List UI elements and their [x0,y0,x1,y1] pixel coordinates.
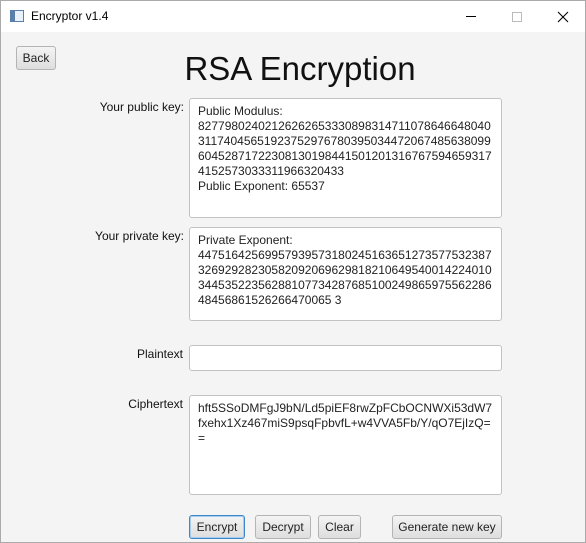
maximize-button[interactable] [495,1,539,32]
app-window: Encryptor v1.4 Back RSA Encryption Your … [0,0,586,543]
close-icon [557,11,569,22]
generate-key-button[interactable]: Generate new key [392,515,502,539]
encrypt-button[interactable]: Encrypt [189,515,245,539]
app-icon [10,10,24,22]
public-key-label: Your public key: [99,100,184,114]
title-bar: Encryptor v1.4 [1,1,585,32]
window-title: Encryptor v1.4 [31,9,109,23]
page-title: RSA Encryption [184,50,416,87]
ciphertext-textarea[interactable]: hft5SSoDMFgJ9bN/Ld5piEF8rwZpFCbOCNWXi53d… [189,395,502,495]
plaintext-input[interactable] [189,345,502,371]
minimize-button[interactable] [449,1,493,32]
private-key-label: Your private key: [95,229,184,243]
clear-button[interactable]: Clear [318,515,361,539]
private-key-textarea[interactable]: Private Exponent: 4475164256995793957318… [189,227,502,321]
public-key-textarea[interactable]: Public Modulus: 827798024021262626533308… [189,98,502,218]
plaintext-label: Plaintext [136,347,183,361]
decrypt-button[interactable]: Decrypt [255,515,311,539]
close-button[interactable] [541,1,585,32]
maximize-icon [512,11,522,22]
minimize-icon [466,16,476,17]
main-panel: Back RSA Encryption Your public key: Pub… [1,32,585,542]
ciphertext-label: Ciphertext [128,397,183,411]
